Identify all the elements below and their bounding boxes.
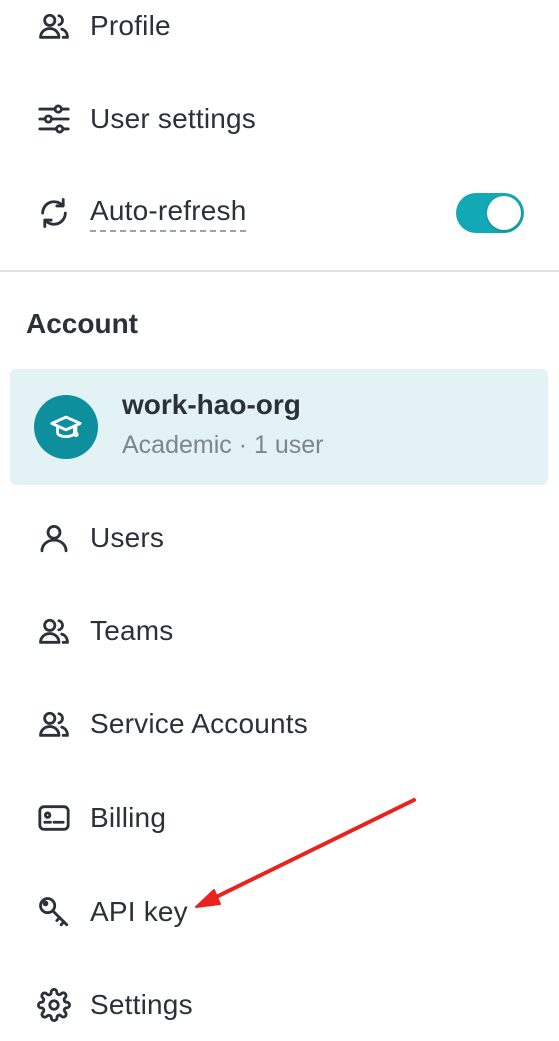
menu-item-user-settings[interactable]: User settings	[0, 87, 559, 151]
menu-item-label: Profile	[90, 10, 171, 41]
account-menu: Profile User settings Auto-refresh Accou…	[0, 0, 559, 1041]
menu-item-label: Users	[90, 522, 165, 553]
menu-item-label: Service Accounts	[90, 708, 308, 739]
menu-item-label: Teams	[90, 615, 174, 646]
menu-item-label: Settings	[90, 989, 193, 1020]
menu-item-settings[interactable]: Settings	[0, 973, 559, 1037]
users-icon	[36, 706, 72, 742]
users-icon	[36, 8, 72, 44]
graduation-cap-icon	[34, 395, 98, 459]
account-card[interactable]: work-hao-org Academic · 1 user	[10, 369, 548, 485]
menu-item-label: Billing	[90, 802, 167, 833]
toggle-knob	[487, 196, 521, 230]
section-divider	[0, 270, 559, 272]
menu-item-label: API key	[90, 896, 188, 927]
menu-item-auto-refresh[interactable]: Auto-refresh	[0, 181, 559, 245]
auto-refresh-toggle[interactable]	[456, 193, 524, 233]
user-icon	[36, 520, 72, 556]
menu-item-users[interactable]: Users	[0, 506, 559, 570]
org-name: work-hao-org	[122, 389, 301, 420]
key-icon	[36, 894, 72, 930]
refresh-icon	[36, 195, 72, 231]
menu-item-teams[interactable]: Teams	[0, 599, 559, 663]
org-subtitle: Academic · 1 user	[122, 431, 324, 459]
menu-item-label: User settings	[90, 103, 256, 134]
menu-item-api-key[interactable]: API key	[0, 880, 559, 944]
users-icon	[36, 613, 72, 649]
gear-icon	[36, 987, 72, 1023]
menu-item-service-accounts[interactable]: Service Accounts	[0, 692, 559, 756]
menu-item-profile[interactable]: Profile	[0, 0, 559, 58]
account-section-title: Account	[26, 308, 138, 339]
id-card-icon	[36, 800, 72, 836]
menu-item-billing[interactable]: Billing	[0, 786, 559, 850]
sliders-icon	[36, 101, 72, 137]
menu-item-label: Auto-refresh	[90, 195, 247, 232]
